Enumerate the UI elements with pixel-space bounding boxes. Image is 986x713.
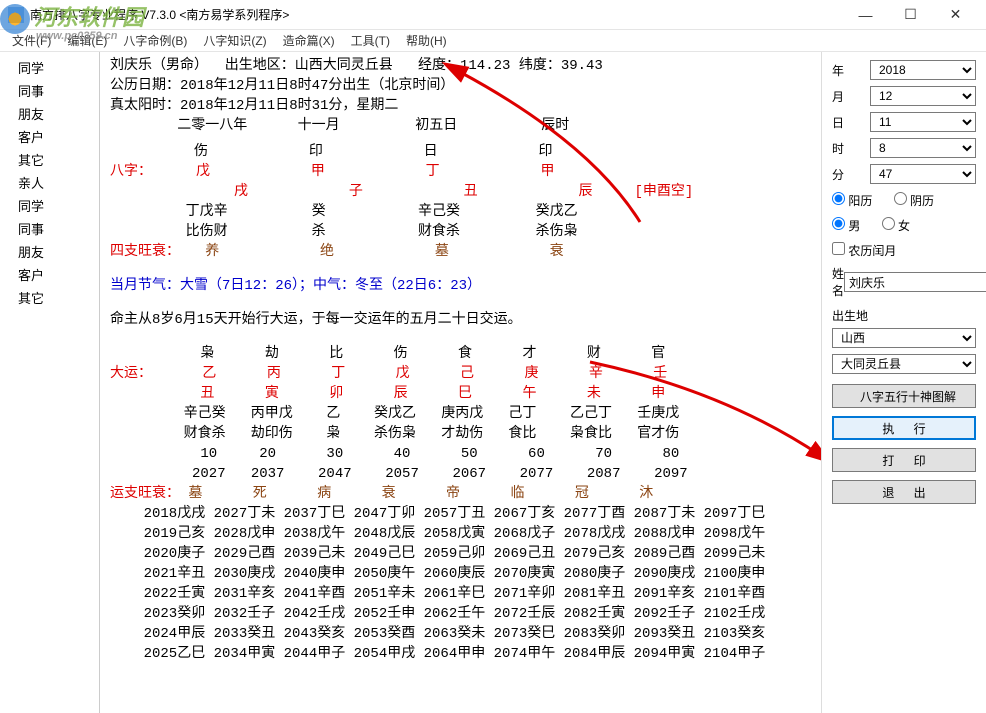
solar-date: 公历日期：2018年12月11日8时47分出生（北京时间） bbox=[110, 76, 811, 96]
solar-radio[interactable]: 阳历 bbox=[832, 194, 872, 208]
close-button[interactable]: ✕ bbox=[933, 1, 978, 29]
month-label: 月 bbox=[832, 88, 870, 105]
input-panel: 年2018 月12 日11 时8 分47 阳历 阴历 男 女 农历闰月 姓名 出… bbox=[821, 52, 986, 713]
birth-info: 刘庆乐（男命） 出生地区：山西大同灵丘县 经度：114.23 纬度：39.43 bbox=[110, 56, 811, 76]
exit-button[interactable]: 退 出 bbox=[832, 480, 976, 504]
menubar: 文件(F) 编辑(E) 八字命例(B) 八字知识(Z) 造命篇(X) 工具(T)… bbox=[0, 30, 986, 52]
menu-knowledge[interactable]: 八字知识(Z) bbox=[195, 32, 274, 49]
bazi-row: 比伤财 杀 财食杀 杀伤枭 bbox=[110, 222, 811, 242]
sidebar-item[interactable]: 朋友 bbox=[0, 102, 99, 125]
year-row: 2019己亥 2028戊申 2038戊午 2048戊辰 2058戊寅 2068戊… bbox=[110, 524, 811, 544]
minute-label: 分 bbox=[832, 166, 870, 183]
sidebar-item[interactable]: 同学 bbox=[0, 56, 99, 79]
menu-tools[interactable]: 工具(T) bbox=[343, 32, 398, 49]
minute-select[interactable]: 47 bbox=[870, 164, 976, 184]
titlebar: 南方排八字专业程序 V7.3.0 <南方易学系列程序> — ☐ ✕ bbox=[0, 0, 986, 30]
sidebar-item[interactable]: 朋友 bbox=[0, 240, 99, 263]
menu-examples[interactable]: 八字命例(B) bbox=[115, 32, 195, 49]
execute-button[interactable]: 执 行 bbox=[832, 416, 976, 440]
solar-term: 当月节气：大雪（7日12：26）；中气：冬至（22日6：23） bbox=[110, 276, 811, 296]
sidebar-item[interactable]: 同事 bbox=[0, 217, 99, 240]
maximize-button[interactable]: ☐ bbox=[888, 1, 933, 29]
zhi-strength: 四支旺衰： 养 绝 墓 衰 bbox=[110, 242, 811, 262]
app-icon bbox=[8, 7, 24, 23]
year-row: 2023癸卯 2032壬子 2042壬戌 2052壬申 2062壬午 2072壬… bbox=[110, 604, 811, 624]
year-row: 2020庚子 2029己酉 2039己未 2049己巳 2059己卯 2069己… bbox=[110, 544, 811, 564]
sidebar-item[interactable]: 同事 bbox=[0, 79, 99, 102]
bazi-row: 丁戊辛 癸 辛己癸 癸戊乙 bbox=[110, 202, 811, 222]
female-radio[interactable]: 女 bbox=[882, 219, 910, 233]
place-label: 出生地 bbox=[832, 307, 976, 324]
dayun-row: 10 20 30 40 50 60 70 80 bbox=[110, 444, 811, 464]
dayun-row: 辛己癸 丙甲戊 乙 癸戊乙 庚丙戊 己丁 乙己丁 壬庚戊 bbox=[110, 404, 811, 424]
menu-file[interactable]: 文件(F) bbox=[4, 32, 59, 49]
year-row: 2021辛丑 2030庚戌 2040庚申 2050庚午 2060庚辰 2070庚… bbox=[110, 564, 811, 584]
main-output: 刘庆乐（男命） 出生地区：山西大同灵丘县 经度：114.23 纬度：39.43 … bbox=[100, 52, 821, 713]
day-select[interactable]: 11 bbox=[870, 112, 976, 132]
name-label: 姓名 bbox=[832, 265, 844, 299]
year-label: 年 bbox=[832, 62, 870, 79]
sidebar-item[interactable]: 客户 bbox=[0, 263, 99, 286]
bazi-row: 戌 子 丑 辰 [申酉空] bbox=[110, 182, 811, 202]
year-row: 2018戊戌 2027丁未 2037丁巳 2047丁卯 2057丁丑 2067丁… bbox=[110, 504, 811, 524]
day-label: 日 bbox=[832, 114, 870, 131]
sidebar-item[interactable]: 其它 bbox=[0, 148, 99, 171]
dayun-row: 大运： 乙 丙 丁 戊 己 庚 辛 壬 bbox=[110, 364, 811, 384]
dayun-row: 丑 寅 卯 辰 巳 午 未 申 bbox=[110, 384, 811, 404]
province-select[interactable]: 山西 bbox=[832, 328, 976, 348]
bazi-row: 八字： 戊 甲 丁 甲 bbox=[110, 162, 811, 182]
year-row: 2022壬寅 2031辛亥 2041辛酉 2051辛未 2061辛巳 2071辛… bbox=[110, 584, 811, 604]
menu-edit[interactable]: 编辑(E) bbox=[59, 32, 115, 49]
county-select[interactable]: 大同灵丘县 bbox=[832, 354, 976, 374]
male-radio[interactable]: 男 bbox=[832, 219, 860, 233]
hour-select[interactable]: 8 bbox=[870, 138, 976, 158]
sidebar-item[interactable]: 亲人 bbox=[0, 171, 99, 194]
menu-help[interactable]: 帮助(H) bbox=[398, 32, 455, 49]
sidebar: 同学 同事 朋友 客户 其它 亲人 同学 同事 朋友 客户 其它 bbox=[0, 52, 100, 713]
sidebar-item[interactable]: 其它 bbox=[0, 286, 99, 309]
window-title: 南方排八字专业程序 V7.3.0 <南方易学系列程序> bbox=[30, 6, 843, 23]
year-row: 2024甲辰 2033癸丑 2043癸亥 2053癸酉 2063癸未 2073癸… bbox=[110, 624, 811, 644]
month-select[interactable]: 12 bbox=[870, 86, 976, 106]
dayun-row: 财食杀 劫印伤 枭 杀伤枭 才劫伤 食比 枭食比 官才伤 bbox=[110, 424, 811, 444]
menu-create[interactable]: 造命篇(X) bbox=[275, 32, 343, 49]
year-select[interactable]: 2018 bbox=[870, 60, 976, 80]
minimize-button[interactable]: — bbox=[843, 1, 888, 29]
hour-label: 时 bbox=[832, 140, 870, 157]
lunar-radio[interactable]: 阴历 bbox=[894, 194, 934, 208]
true-solar: 真太阳时：2018年12月11日8时31分，星期二 bbox=[110, 96, 811, 116]
bazi-row: 伤 印 日 印 bbox=[110, 142, 811, 162]
print-button[interactable]: 打 印 bbox=[832, 448, 976, 472]
name-input[interactable] bbox=[844, 272, 986, 292]
dayun-row: 2027 2037 2047 2057 2067 2077 2087 2097 bbox=[110, 464, 811, 484]
lunar-date: 二零一八年 十一月 初五日 辰时 bbox=[110, 116, 811, 136]
yun-strength: 运支旺衰： 墓 死 病 衰 帝 临 冠 沐 bbox=[110, 484, 811, 504]
dayun-start: 命主从8岁6月15天开始行大运，于每一交运年的五月二十日交运。 bbox=[110, 310, 811, 330]
sidebar-item[interactable]: 同学 bbox=[0, 194, 99, 217]
chart-button[interactable]: 八字五行十神图解 bbox=[832, 384, 976, 408]
sidebar-item[interactable]: 客户 bbox=[0, 125, 99, 148]
year-row: 2025乙巳 2034甲寅 2044甲子 2054甲戌 2064甲申 2074甲… bbox=[110, 644, 811, 664]
dayun-row: 枭 劫 比 伤 食 才 财 官 bbox=[110, 344, 811, 364]
leap-checkbox[interactable]: 农历闰月 bbox=[832, 244, 896, 258]
